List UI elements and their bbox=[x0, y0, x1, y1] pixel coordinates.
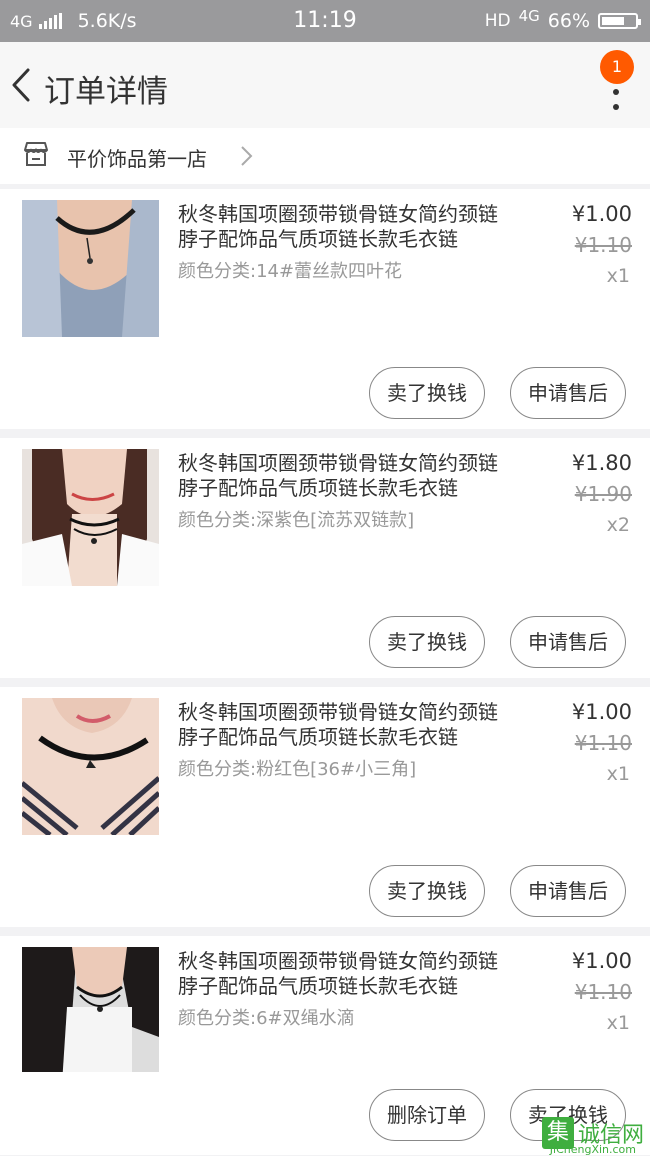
battery-percent: 66% bbox=[547, 10, 590, 32]
store-icon bbox=[24, 142, 48, 166]
after-sale-button[interactable]: 申请售后 bbox=[510, 865, 626, 917]
original-price: ¥1.10 bbox=[574, 233, 632, 257]
quantity: x1 bbox=[606, 265, 630, 287]
watermark-url: JiChengXin.com bbox=[549, 1143, 636, 1156]
product-spec: 颜色分类:深紫色[流苏双链款] bbox=[178, 510, 415, 531]
network-type-right: 4G bbox=[518, 7, 540, 25]
battery-icon bbox=[598, 13, 641, 29]
product-title[interactable]: 秋冬韩国项圈颈带锁骨链女简约颈链脖子配饰品气质项链长款毛衣链 bbox=[178, 949, 508, 999]
original-price: ¥1.90 bbox=[574, 482, 632, 506]
navigation-bar: 订单详情 1 bbox=[0, 42, 650, 128]
product-image[interactable] bbox=[22, 200, 159, 337]
original-price: ¥1.10 bbox=[574, 980, 632, 1004]
after-sale-button[interactable]: 申请售后 bbox=[510, 367, 626, 419]
shop-row[interactable]: 平价饰品第一店 bbox=[0, 128, 650, 184]
status-bar: 4G 5.6K/s 11:19 HD 4G 66% bbox=[0, 0, 650, 42]
product-title[interactable]: 秋冬韩国项圈颈带锁骨链女简约颈链脖子配饰品气质项链长款毛衣链 bbox=[178, 700, 508, 750]
sell-for-cash-button[interactable]: 卖了换钱 bbox=[369, 865, 485, 917]
product-spec: 颜色分类:粉红色[36#小三角] bbox=[178, 759, 417, 780]
product-image[interactable] bbox=[22, 947, 159, 1072]
product-spec: 颜色分类:14#蕾丝款四叶花 bbox=[178, 261, 403, 282]
product-price: ¥1.00 bbox=[571, 202, 632, 226]
after-sale-button[interactable]: 申请售后 bbox=[510, 616, 626, 668]
order-item: 秋冬韩国项圈颈带锁骨链女简约颈链脖子配饰品气质项链长款毛衣链 颜色分类:深紫色[… bbox=[0, 438, 650, 678]
product-spec: 颜色分类:6#双绳水滴 bbox=[178, 1008, 355, 1029]
page-title: 订单详情 bbox=[44, 74, 168, 110]
product-price: ¥1.00 bbox=[571, 700, 632, 724]
original-price: ¥1.10 bbox=[574, 731, 632, 755]
order-item: 秋冬韩国项圈颈带锁骨链女简约颈链脖子配饰品气质项链长款毛衣链 颜色分类:6#双绳… bbox=[0, 936, 650, 1072]
order-item: 秋冬韩国项圈颈带锁骨链女简约颈链脖子配饰品气质项链长款毛衣链 颜色分类:粉红色[… bbox=[0, 687, 650, 927]
sell-for-cash-button[interactable]: 卖了换钱 bbox=[369, 367, 485, 419]
product-price: ¥1.80 bbox=[571, 451, 632, 475]
product-image[interactable] bbox=[22, 449, 159, 586]
quantity: x1 bbox=[606, 763, 630, 785]
order-item: 秋冬韩国项圈颈带锁骨链女简约颈链脖子配饰品气质项链长款毛衣链 颜色分类:14#蕾… bbox=[0, 189, 650, 429]
notification-badge: 1 bbox=[600, 50, 634, 84]
quantity: x2 bbox=[606, 514, 630, 536]
sell-for-cash-button[interactable]: 卖了换钱 bbox=[369, 616, 485, 668]
product-title[interactable]: 秋冬韩国项圈颈带锁骨链女简约颈链脖子配饰品气质项链长款毛衣链 bbox=[178, 451, 508, 501]
shop-name[interactable]: 平价饰品第一店 bbox=[67, 143, 207, 172]
product-image[interactable] bbox=[22, 698, 159, 835]
back-arrow-icon[interactable] bbox=[8, 64, 38, 106]
product-title[interactable]: 秋冬韩国项圈颈带锁骨链女简约颈链脖子配饰品气质项链长款毛衣链 bbox=[178, 202, 508, 252]
quantity: x1 bbox=[606, 1012, 630, 1034]
product-price: ¥1.00 bbox=[571, 949, 632, 973]
chevron-right-icon bbox=[241, 146, 253, 166]
delete-order-button[interactable]: 删除订单 bbox=[369, 1089, 485, 1141]
hd-label: HD bbox=[484, 11, 511, 31]
